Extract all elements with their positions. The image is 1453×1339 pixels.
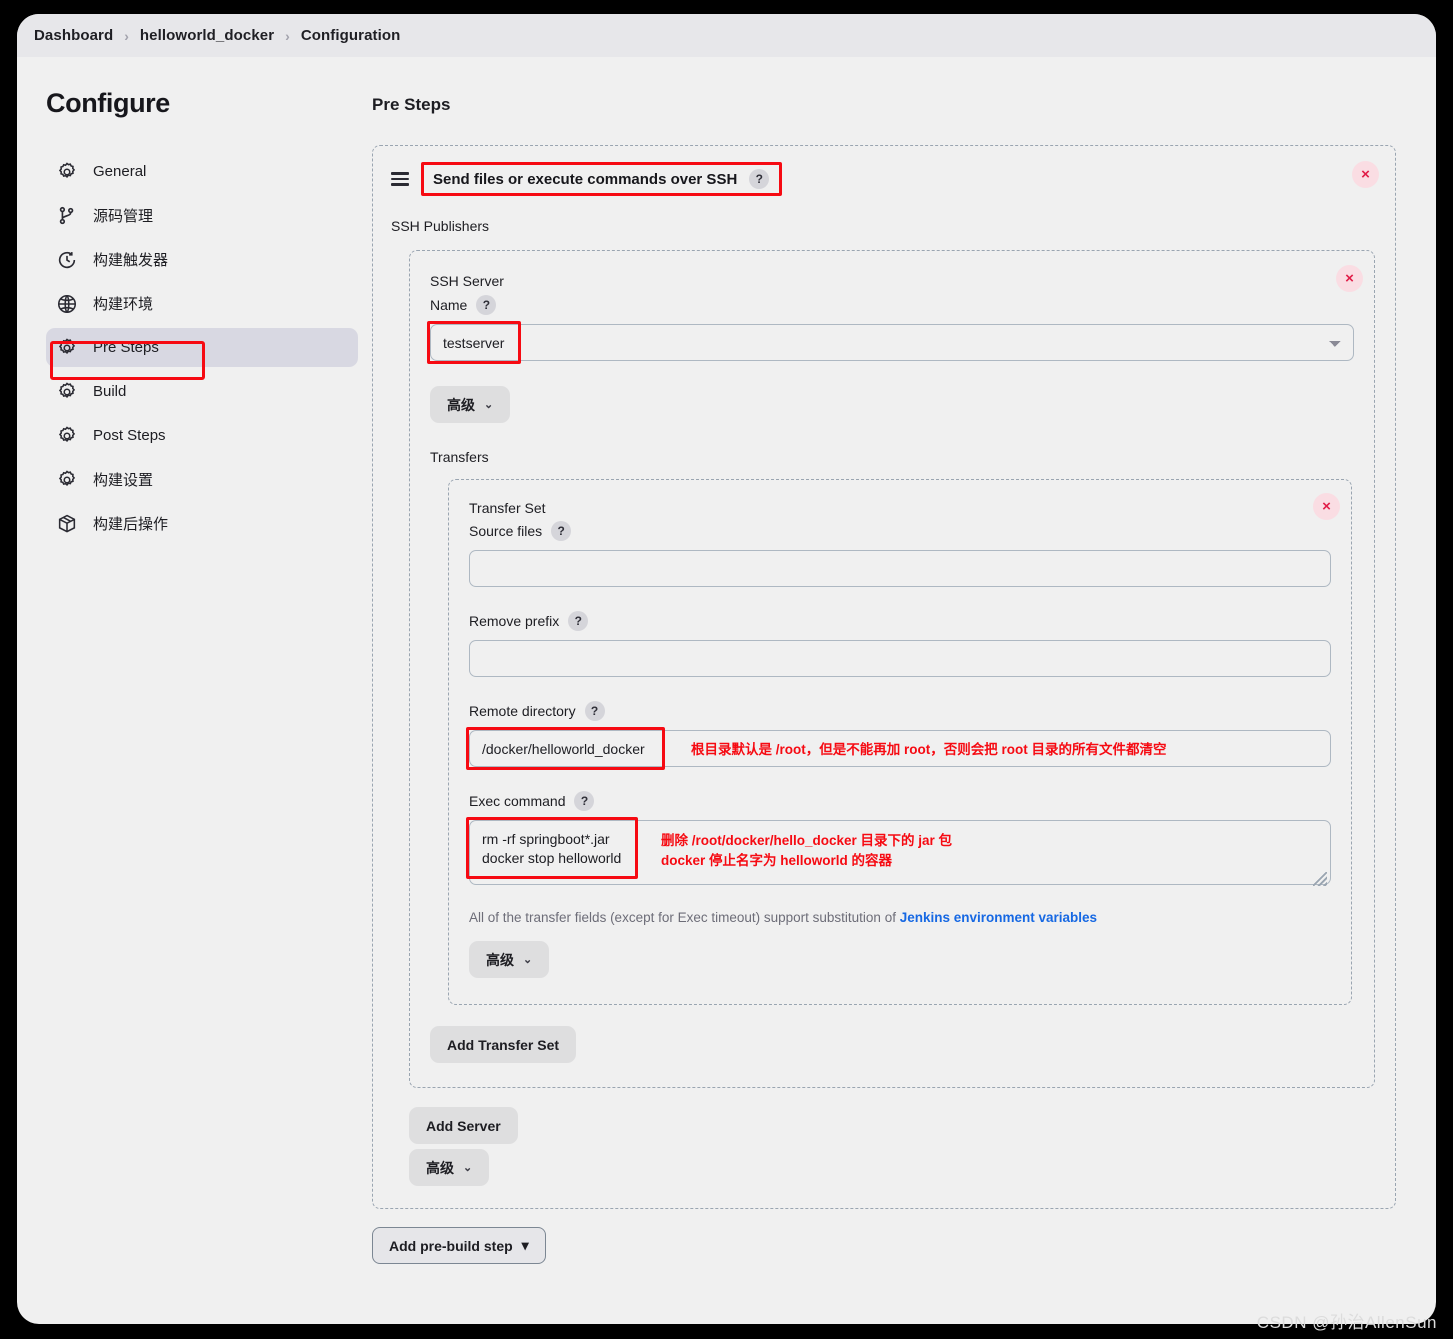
remote-directory-input[interactable] [469,730,1331,767]
globe-icon [56,293,78,315]
help-icon[interactable]: ? [551,521,572,541]
ssh-server-panel: × SSH Server Name ? testserver 高级 ⌄ Tran… [409,250,1375,1088]
remove-prefix-label: Remove prefix [469,613,560,629]
exec-command-textarea[interactable]: rm -rf springboot*.jar docker stop hello… [469,820,1331,885]
gear-icon [56,161,78,183]
app-window: Dashboard › helloworld_docker › Configur… [17,14,1436,1324]
package-icon [56,513,78,535]
breadcrumb-item-dashboard[interactable]: Dashboard [34,27,113,44]
help-icon[interactable]: ? [568,611,589,631]
sidebar-item-label: Build [93,383,127,400]
transfer-set-title: Transfer Set [469,500,546,516]
ssh-server-select[interactable]: testserver [430,324,1354,361]
help-icon[interactable]: ? [749,169,770,189]
breadcrumb-item-job[interactable]: helloworld_docker [140,27,274,44]
sidebar-item-label: General [93,163,147,180]
section-heading: Pre Steps [372,95,451,114]
delete-builder-button[interactable]: × [1352,161,1379,188]
gear-icon [56,469,78,491]
drag-handle-icon[interactable] [391,172,409,186]
help-icon[interactable]: ? [476,295,497,315]
ssh-server-name-label: Name [430,297,468,313]
gear-icon [56,337,78,359]
sidebar: Configure General 源码管理 构建触发器 构建环境 Pre St… [17,57,372,1324]
exec-command-label-row: Exec command ? [469,791,1331,811]
add-server-label: Add Server [426,1117,501,1134]
sidebar-item-build[interactable]: Build [46,372,358,411]
gear-icon [56,381,78,403]
chevron-down-icon: ⌄ [523,954,533,966]
chevron-down-icon: ⌄ [463,1162,473,1174]
chevron-down-icon: ⌄ [484,399,494,411]
transfer-set-panel: × Transfer Set Source files ? Remove pre… [448,479,1352,1005]
sidebar-item-post-steps[interactable]: Post Steps [46,416,358,455]
page-title: Configure [46,88,170,118]
sidebar-item-label: 构建设置 [93,472,154,489]
builder-panel: Send files or execute commands over SSH … [372,145,1396,1209]
server-advanced-label: 高级 [447,396,475,413]
source-files-label: Source files [469,523,543,539]
server-advanced-button[interactable]: 高级 ⌄ [430,386,511,423]
sidebar-item-label: Pre Steps [93,339,159,356]
remote-directory-label: Remote directory [469,703,576,719]
remove-prefix-label-row: Remove prefix ? [469,611,1331,631]
sidebar-item-label: Post Steps [93,427,166,444]
ssh-server-title: SSH Server [430,273,504,289]
breadcrumb: Dashboard › helloworld_docker › Configur… [17,14,1436,57]
page-body: Configure General 源码管理 构建触发器 构建环境 Pre St… [17,57,1436,1324]
transfer-advanced-button[interactable]: 高级 ⌄ [469,941,550,978]
add-pre-build-step-button[interactable]: Add pre-build step ▾ [372,1227,546,1264]
source-files-label-row: Source files ? [469,521,1331,541]
main-content: Pre Steps Send files or execute commands… [372,57,1436,1324]
help-icon[interactable]: ? [584,701,605,721]
sidebar-item-general[interactable]: General [46,152,358,191]
sidebar-item-build-environment[interactable]: 构建环境 [46,284,358,323]
env-var-hint: All of the transfer fields (except for E… [469,910,1331,925]
sidebar-item-label: 构建环境 [93,296,154,313]
sidebar-item-build-triggers[interactable]: 构建触发器 [46,240,358,279]
help-icon[interactable]: ? [574,791,595,811]
sidebar-item-label: 构建后操作 [93,516,169,533]
builder-header: Send files or execute commands over SSH … [391,161,1379,196]
remove-prefix-input[interactable] [469,640,1331,677]
add-transfer-set-label: Add Transfer Set [447,1036,560,1053]
git-branch-icon [56,205,78,227]
add-transfer-set-button[interactable]: Add Transfer Set [430,1026,577,1063]
sidebar-item-label: 源码管理 [93,208,154,225]
sidebar-item-build-settings[interactable]: 构建设置 [46,460,358,499]
exec-command-label: Exec command [469,793,566,809]
sidebar-item-post-build-actions[interactable]: 构建后操作 [46,504,358,543]
sidebar-item-source-management[interactable]: 源码管理 [46,196,358,235]
watermark: CSDN @孙治AllenSun [1256,1313,1437,1332]
ssh-publishers-label: SSH Publishers [391,218,490,234]
caret-down-icon: ▾ [521,1237,529,1253]
add-server-button[interactable]: Add Server [409,1107,518,1144]
transfer-advanced-label: 高级 [486,951,514,968]
add-pre-build-step-label: Add pre-build step [389,1237,513,1254]
remote-directory-label-row: Remote directory ? [469,701,1331,721]
jenkins-env-variables-link[interactable]: Jenkins environment variables [900,910,1097,925]
delete-server-button[interactable]: × [1336,265,1363,292]
sidebar-item-pre-steps[interactable]: Pre Steps [46,328,358,367]
ssh-server-name-label-row: Name ? [430,295,1354,315]
chevron-right-icon: › [124,27,129,44]
builder-advanced-button[interactable]: 高级 ⌄ [409,1149,490,1186]
gear-icon [56,425,78,447]
breadcrumb-item-configuration[interactable]: Configuration [301,27,401,44]
clock-icon [56,249,78,271]
annotation-box-builder-title: Send files or execute commands over SSH … [421,162,783,196]
source-files-input[interactable] [469,550,1331,587]
sidebar-item-label: 构建触发器 [93,252,169,269]
builder-title: Send files or execute commands over SSH [433,170,738,188]
delete-transfer-set-button[interactable]: × [1313,493,1340,520]
builder-advanced-label: 高级 [426,1159,454,1176]
env-var-hint-text: All of the transfer fields (except for E… [469,910,900,925]
chevron-right-icon: › [285,27,290,44]
transfers-label: Transfers [430,449,489,465]
